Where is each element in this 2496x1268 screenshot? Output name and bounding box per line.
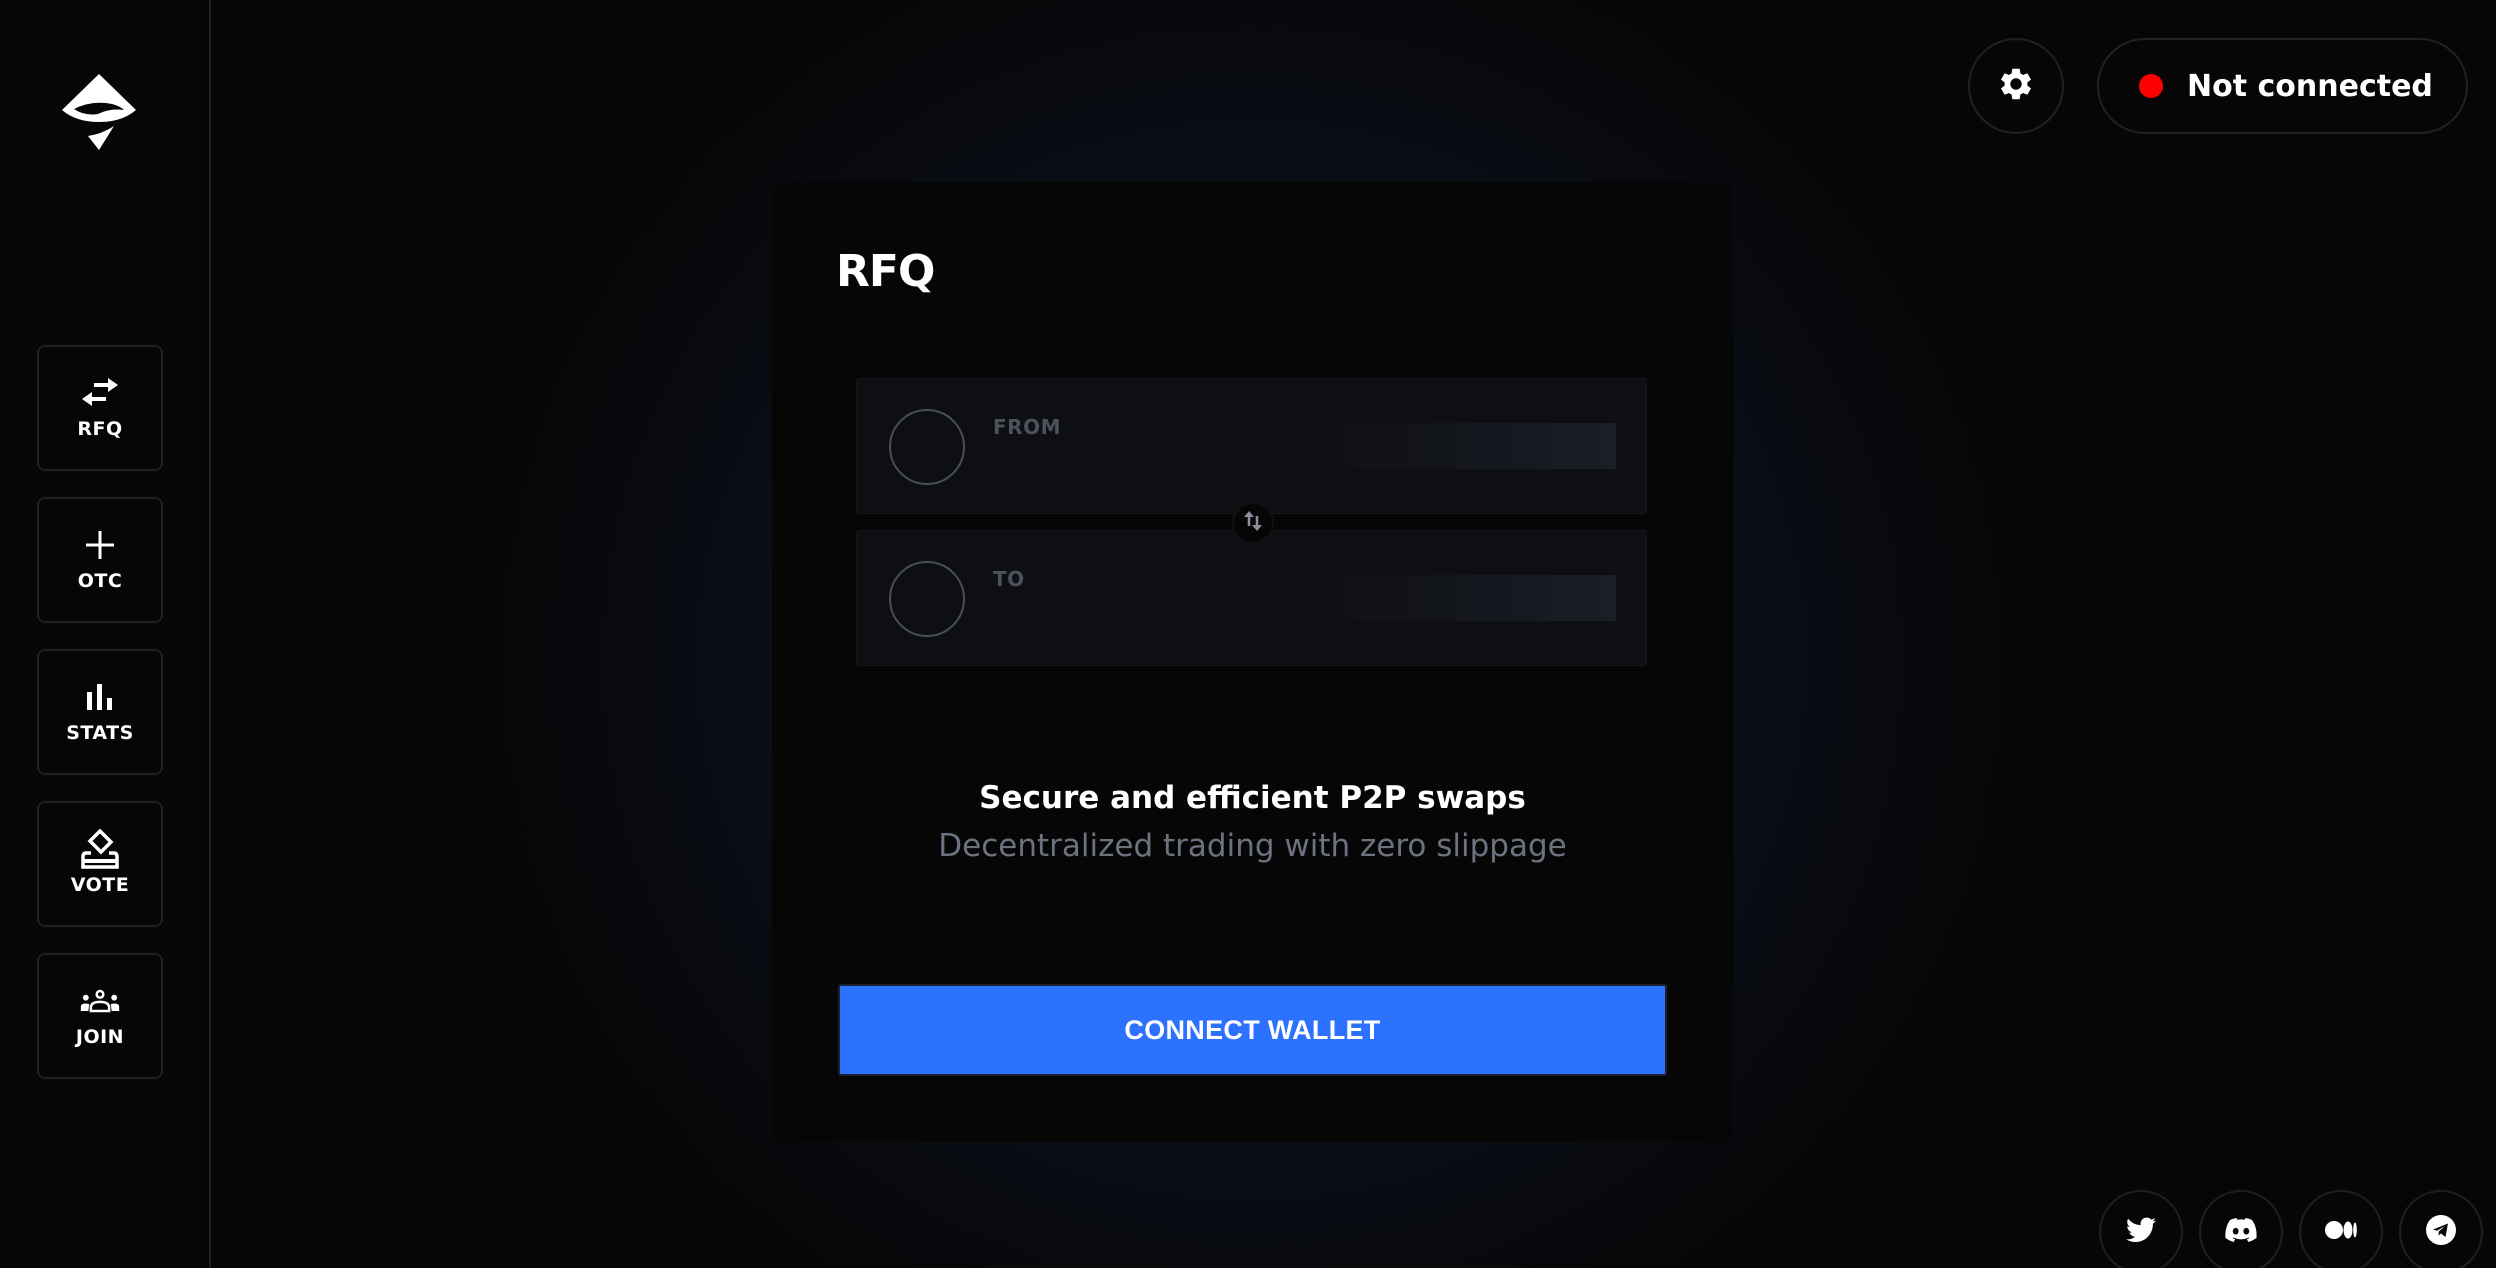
amount-skeleton xyxy=(1296,575,1616,621)
sidebar-item-join[interactable]: JOIN xyxy=(37,953,163,1079)
headline: Secure and efficient P2P swaps xyxy=(979,780,1526,816)
airswap-logo[interactable] xyxy=(62,74,136,150)
sidebar-item-vote[interactable]: VOTE xyxy=(37,801,163,927)
sidebar-item-otc[interactable]: OTC xyxy=(37,497,163,623)
amount-skeleton xyxy=(1296,423,1616,469)
connect-wallet-button[interactable]: CONNECT WALLET xyxy=(838,984,1667,1076)
from-label: FROM xyxy=(993,415,1061,439)
gear-icon xyxy=(1997,65,2035,107)
to-token-row[interactable]: TO xyxy=(856,530,1647,666)
sidebar-item-stats[interactable]: STATS xyxy=(37,649,163,775)
sidebar-item-label: VOTE xyxy=(70,874,130,896)
swap-direction-button[interactable] xyxy=(1232,502,1274,544)
rfq-card: RFQ FROM TO Secure and efficient P2P swa… xyxy=(772,182,1733,1142)
sidebar-item-label: RFQ xyxy=(77,418,123,440)
sidebar-item-label: OTC xyxy=(77,570,123,592)
sidebar: RFQ OTC STATS VOTE JOIN xyxy=(0,0,211,1268)
token-placeholder-icon[interactable] xyxy=(889,409,965,485)
status-dot xyxy=(2139,74,2163,98)
twitter-icon xyxy=(2126,1217,2156,1247)
settings-button[interactable] xyxy=(1968,38,2064,134)
page-title: RFQ xyxy=(836,246,935,297)
discord-icon xyxy=(2225,1218,2257,1246)
ballot-box-icon xyxy=(80,829,120,869)
telegram-link[interactable] xyxy=(2399,1190,2483,1268)
discord-link[interactable] xyxy=(2199,1190,2283,1268)
telegram-icon xyxy=(2426,1215,2456,1249)
subheadline: Decentralized trading with zero slippage xyxy=(938,828,1567,864)
status-label: Not connected xyxy=(2187,68,2433,104)
token-placeholder-icon[interactable] xyxy=(889,561,965,637)
sidebar-item-rfq[interactable]: RFQ xyxy=(37,345,163,471)
swap-vertical-icon xyxy=(1243,510,1263,536)
medium-icon xyxy=(2325,1221,2357,1243)
plus-icon xyxy=(80,528,120,562)
swap-arrows-icon xyxy=(80,376,120,410)
sidebar-item-label: STATS xyxy=(66,722,134,744)
to-label: TO xyxy=(993,567,1025,591)
wallet-status-button[interactable]: Not connected xyxy=(2097,38,2468,134)
medium-link[interactable] xyxy=(2299,1190,2383,1268)
bar-chart-icon xyxy=(80,680,120,714)
group-icon xyxy=(80,984,120,1018)
twitter-link[interactable] xyxy=(2099,1190,2183,1268)
from-token-row[interactable]: FROM xyxy=(856,378,1647,514)
sidebar-item-label: JOIN xyxy=(75,1026,125,1048)
